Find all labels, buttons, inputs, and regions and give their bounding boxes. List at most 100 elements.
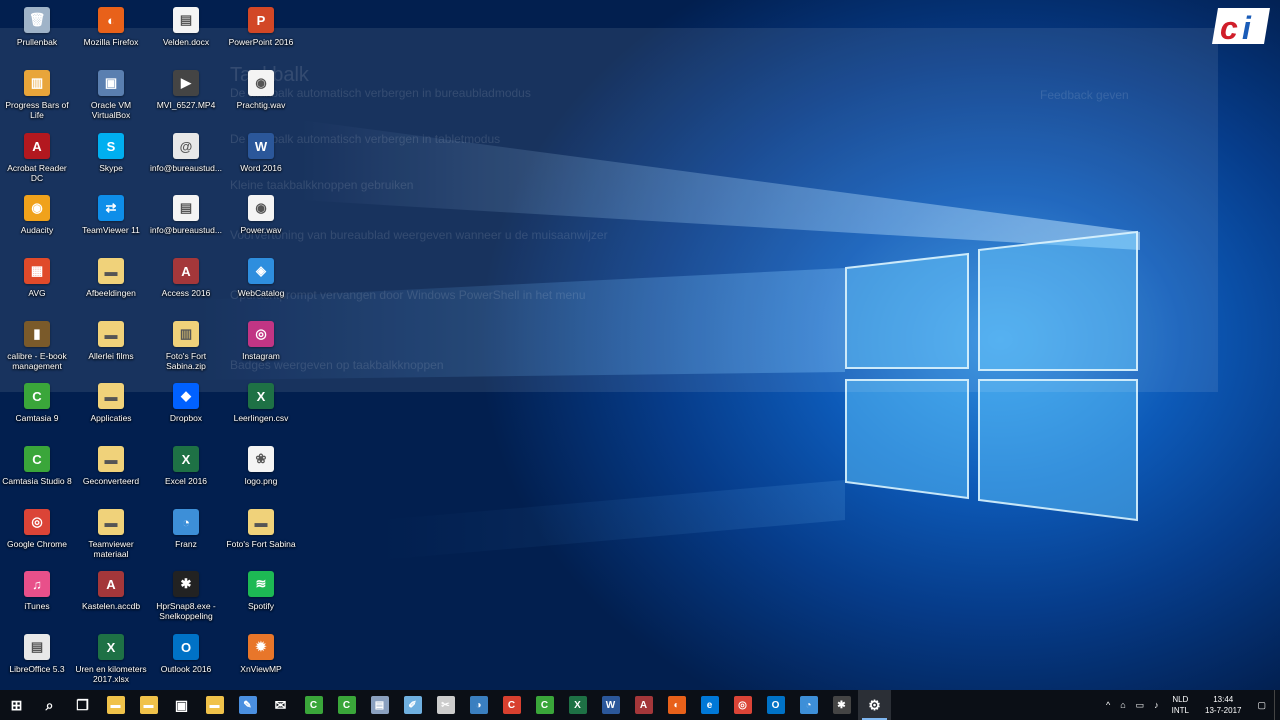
taskbar-button[interactable]: e (693, 690, 726, 720)
desktop-icon[interactable]: ▬ Afbeeldingen (74, 253, 148, 313)
taskbar-button[interactable]: ◐ (660, 690, 693, 720)
desktop-icon[interactable]: A Acrobat Reader DC (0, 128, 74, 188)
taskbar-button[interactable]: ▬ (132, 690, 165, 720)
desktop-icon[interactable]: A Access 2016 (149, 253, 223, 313)
taskbar-button[interactable]: C (495, 690, 528, 720)
desktop-icon-label: Allerlei films (88, 351, 134, 361)
desktop-icon[interactable]: X Leerlingen.csv (224, 378, 298, 438)
desktop-icon[interactable]: X Excel 2016 (149, 441, 223, 501)
desktop-icon[interactable]: ❀ logo.png (224, 441, 298, 501)
desktop-icon[interactable]: ◔ Franz (149, 504, 223, 564)
language-indicator[interactable]: NLD INTL (1164, 694, 1197, 716)
desktop-icon[interactable]: ▮ calibre - E-book management (0, 316, 74, 376)
desktop-icon[interactable]: ◉ Prachtig.wav (224, 65, 298, 125)
taskbar-button[interactable]: C (528, 690, 561, 720)
desktop-icon[interactable]: W Word 2016 (224, 128, 298, 188)
desktop-icon-label: WebCatalog (237, 288, 285, 298)
tray-chevron-icon[interactable]: ^ (1101, 700, 1115, 710)
folder-icon: ▬ (98, 383, 124, 409)
taskbar-button[interactable]: O (759, 690, 792, 720)
desktop-icon-label: Instagram (242, 351, 280, 361)
taskbar-button[interactable]: ✎ (231, 690, 264, 720)
network-icon[interactable]: ⌂ (1115, 700, 1130, 710)
desktop-icon[interactable]: ≋ Spotify (224, 566, 298, 626)
desktop-icon[interactable]: ▤ LibreOffice 5.3 (0, 629, 74, 689)
taskbar-button[interactable]: ⊞ (0, 690, 33, 720)
desktop-icon[interactable]: ▬ Geconverteerd (74, 441, 148, 501)
desktop-icon[interactable]: ▬ Allerlei films (74, 316, 148, 376)
desktop-icon[interactable]: S Skype (74, 128, 148, 188)
desktop-icon[interactable]: ◉ Power.wav (224, 190, 298, 250)
taskbar-button[interactable]: ✉ (264, 690, 297, 720)
taskbar-button[interactable]: ◑ (462, 690, 495, 720)
folder-icon: ▬ (205, 696, 224, 714)
taskbar-button[interactable]: ▤ (363, 690, 396, 720)
video-file-icon: ▶ (173, 70, 199, 96)
desktop-icon[interactable]: P PowerPoint 2016 (224, 2, 298, 62)
taskbar-button[interactable]: ✱ (825, 690, 858, 720)
start-icon: ⊞ (10, 696, 23, 713)
taskbar-button[interactable]: W (594, 690, 627, 720)
desktop-icon[interactable]: ▣ Oracle VM VirtualBox (74, 65, 148, 125)
desktop-icon[interactable]: ▶ MVI_6527.MP4 (149, 65, 223, 125)
desktop-icon[interactable]: 🗑 Prullenbak (0, 2, 74, 62)
desktop-icon[interactable]: ▬ Foto's Fort Sabina (224, 504, 298, 564)
desktop-icon[interactable]: ♫ iTunes (0, 566, 74, 626)
taskbar-button[interactable]: C (297, 690, 330, 720)
desktop-icon[interactable]: ◈ WebCatalog (224, 253, 298, 313)
desktop-icon[interactable]: ▬ Teamviewer materiaal (74, 504, 148, 564)
taskbar-button[interactable]: ▬ (99, 690, 132, 720)
access-icon: A (634, 696, 653, 714)
clock[interactable]: 13:44 13-7-2017 (1197, 694, 1249, 716)
taskbar-button[interactable]: ▬ (198, 690, 231, 720)
show-desktop-button[interactable] (1274, 690, 1280, 720)
desktop-icon-label: Camtasia 9 (15, 413, 59, 423)
taskbar-button[interactable]: ◎ (726, 690, 759, 720)
folder-icon: ▬ (139, 696, 158, 714)
acrobat-icon: A (24, 133, 50, 159)
taskbar-button[interactable]: ✐ (396, 690, 429, 720)
taskbar-button[interactable]: X (561, 690, 594, 720)
svg-text:i: i (1242, 10, 1252, 46)
desktop-icon[interactable]: ▤ Velden.docx (149, 2, 223, 62)
desktop-icon[interactable]: ▬ Applicaties (74, 378, 148, 438)
notes-icon: ▤ (370, 696, 389, 714)
volume-icon[interactable]: ♪ (1149, 700, 1164, 710)
desktop-icon[interactable]: ▥ Foto's Fort Sabina.zip (149, 316, 223, 376)
desktop-icon[interactable]: ◉ Audacity (0, 190, 74, 250)
desktop-icon[interactable]: X Uren en kilometers 2017.xlsx (74, 629, 148, 689)
desktop-icon[interactable]: C Camtasia 9 (0, 378, 74, 438)
store-icon: ▣ (174, 696, 189, 713)
desktop-icon[interactable]: A Kastelen.accdb (74, 566, 148, 626)
desktop-icon[interactable]: ✹ XnViewMP (224, 629, 298, 689)
folder-icon: ▬ (98, 258, 124, 284)
desktop-icon[interactable]: @ info@bureaustud... (149, 128, 223, 188)
desktop-icon[interactable]: ◆ Dropbox (149, 378, 223, 438)
desktop-icon[interactable]: ◎ Instagram (224, 316, 298, 376)
taskbar-button[interactable]: A (627, 690, 660, 720)
desktop-icon[interactable]: ◐ Mozilla Firefox (74, 2, 148, 62)
desktop-icon[interactable]: ▥ Progress Bars of Life (0, 65, 74, 125)
desktop-icon[interactable]: ✱ HprSnap8.exe - Snelkoppeling (149, 566, 223, 626)
desktop-icon-label: Audacity (20, 225, 54, 235)
taskbar-button[interactable]: ⚙ (858, 690, 891, 720)
teamviewer-icon: ⇄ (98, 195, 124, 221)
desktop-icon[interactable]: O Outlook 2016 (149, 629, 223, 689)
display-icon[interactable]: ▭ (1131, 700, 1150, 711)
desktop-icon[interactable]: C Camtasia Studio 8 (0, 441, 74, 501)
desktop-icon-label: Dropbox (169, 413, 203, 423)
access-file-icon: A (98, 571, 124, 597)
taskbar-button[interactable]: ⌕ (33, 690, 66, 720)
pen-icon: ✐ (403, 696, 422, 714)
image-file-icon: ❀ (248, 446, 274, 472)
action-center-icon[interactable]: ▢ (1249, 700, 1274, 711)
taskbar-button[interactable]: ▣ (165, 690, 198, 720)
taskbar-button[interactable]: ✂ (429, 690, 462, 720)
taskbar-button[interactable]: C (330, 690, 363, 720)
desktop-icon[interactable]: ⇄ TeamViewer 11 (74, 190, 148, 250)
taskbar-button[interactable]: ◔ (792, 690, 825, 720)
taskbar-button[interactable]: ❐ (66, 690, 99, 720)
desktop-icon[interactable]: ▤ info@bureaustud... (149, 190, 223, 250)
desktop-icon[interactable]: ▦ AVG (0, 253, 74, 313)
desktop-icon[interactable]: ◎ Google Chrome (0, 504, 74, 564)
